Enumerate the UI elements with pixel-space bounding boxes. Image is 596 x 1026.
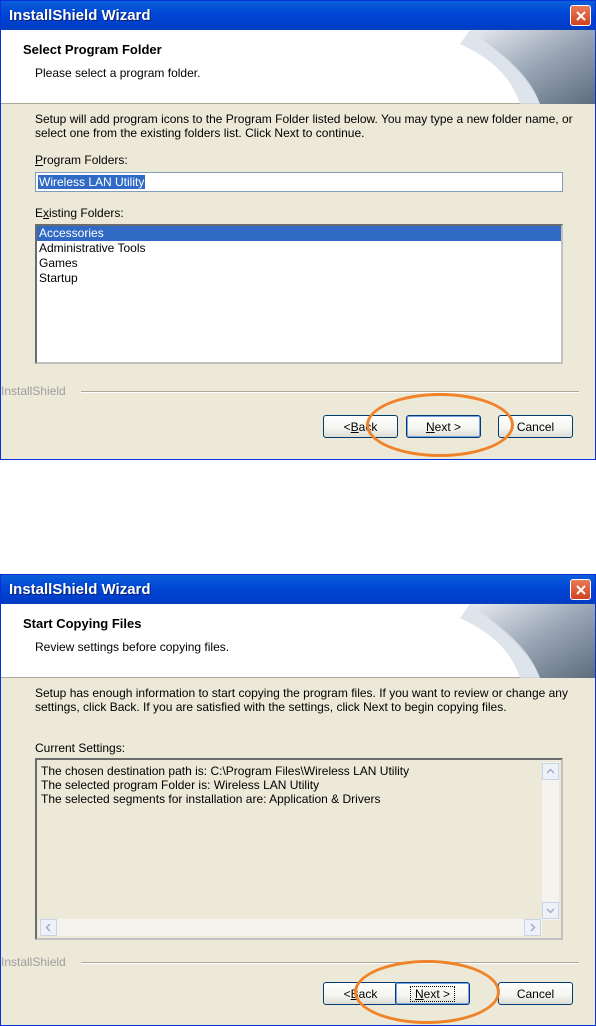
scroll-down-icon xyxy=(546,908,555,914)
back-accesskey: B xyxy=(350,986,359,1001)
header-title: Select Program Folder xyxy=(23,42,162,57)
next-text: ext > xyxy=(423,986,451,1001)
current-settings-label: Current Settings: xyxy=(35,741,126,755)
dialog-select-program-folder: InstallShield Wizard Select Program Fold… xyxy=(0,0,596,460)
window-title: InstallShield Wizard xyxy=(9,7,151,24)
cancel-text: Cancel xyxy=(516,419,555,434)
folder-list-item[interactable]: Startup xyxy=(37,271,561,286)
next-text: ext > xyxy=(434,419,462,434)
description: Setup will add program icons to the Prog… xyxy=(35,112,573,140)
title-bar: InstallShield Wizard xyxy=(1,575,595,604)
close-icon xyxy=(575,584,586,595)
window-title: InstallShield Wizard xyxy=(9,581,151,598)
scroll-left-icon xyxy=(45,923,51,932)
description: Setup has enough information to start co… xyxy=(35,686,568,714)
title-bar: InstallShield Wizard xyxy=(1,1,595,30)
back-accesskey: B xyxy=(350,419,359,434)
header-subtitle: Review settings before copying files. xyxy=(35,640,230,654)
header-title: Start Copying Files xyxy=(23,616,142,631)
brand-text: InstallShield xyxy=(1,955,66,969)
header-subtitle: Please select a program folder. xyxy=(35,66,201,80)
close-button[interactable] xyxy=(570,5,591,26)
back-button[interactable]: < Back xyxy=(323,982,398,1005)
scroll-right-button[interactable] xyxy=(524,919,541,936)
cancel-button[interactable]: Cancel xyxy=(498,982,573,1005)
settings-line: The chosen destination path is: C:\Progr… xyxy=(41,764,410,778)
folder-list-item[interactable]: Games xyxy=(37,256,561,271)
existing-folders-label: Existing Folders: xyxy=(35,206,124,220)
settings-line: The selected program Folder is: Wireless… xyxy=(41,778,320,792)
brand-divider xyxy=(81,391,579,393)
current-settings-box[interactable]: The chosen destination path is: C:\Progr… xyxy=(35,758,563,940)
scroll-down-button[interactable] xyxy=(542,902,559,919)
existing-folders-list[interactable]: Accessories Administrative Tools Games Star… xyxy=(35,224,563,364)
installshield-brand: InstallShield xyxy=(1,384,595,398)
dialog-start-copying-files: InstallShield Wizard Start Copying Files… xyxy=(0,574,596,1026)
folder-list-item[interactable]: Accessories xyxy=(37,226,561,241)
next-button[interactable]: Next > xyxy=(395,982,470,1005)
program-folder-input[interactable]: Wireless LAN Utility xyxy=(35,172,563,192)
cancel-text: Cancel xyxy=(516,986,555,1001)
page-curl-graphic xyxy=(460,604,595,678)
back-arrow-text: < xyxy=(343,419,351,434)
cancel-button[interactable]: Cancel xyxy=(498,415,573,438)
brand-divider xyxy=(81,962,579,964)
program-folders-label: Program Folders: xyxy=(35,153,128,167)
label-text: rogram Folders: xyxy=(43,153,128,167)
installshield-brand: InstallShield xyxy=(1,955,595,969)
scroll-right-icon xyxy=(530,923,536,932)
settings-text: The chosen destination path is: C:\Progr… xyxy=(39,762,411,808)
next-button[interactable]: Next > xyxy=(406,415,481,438)
back-text: ack xyxy=(358,986,378,1001)
label-accesskey: P xyxy=(35,153,44,167)
wizard-header: Select Program Folder Please select a pr… xyxy=(1,30,595,104)
program-folder-value: Wireless LAN Utility xyxy=(38,175,146,189)
vertical-scrollbar[interactable] xyxy=(542,762,559,920)
wizard-header: Start Copying Files Review settings befo… xyxy=(1,604,595,678)
scroll-up-button[interactable] xyxy=(542,763,559,780)
back-button[interactable]: < Back xyxy=(323,415,398,438)
back-arrow-text: < xyxy=(343,986,351,1001)
next-accesskey: N xyxy=(414,986,424,1001)
close-button[interactable] xyxy=(570,579,591,600)
close-icon xyxy=(575,10,586,21)
horizontal-scrollbar[interactable] xyxy=(39,919,542,936)
scroll-left-button[interactable] xyxy=(40,919,57,936)
next-accesskey: N xyxy=(425,419,435,434)
scroll-up-icon xyxy=(546,768,555,774)
page-curl-graphic xyxy=(460,30,595,104)
back-text: ack xyxy=(358,419,378,434)
folder-list-item[interactable]: Administrative Tools xyxy=(37,241,561,256)
next-focus-rect: Next > xyxy=(409,985,456,1002)
label-text-pre: E xyxy=(35,206,44,220)
label-text: isting Folders: xyxy=(49,206,124,220)
settings-line: The selected segments for installation a… xyxy=(41,792,381,806)
brand-text: InstallShield xyxy=(1,384,66,398)
